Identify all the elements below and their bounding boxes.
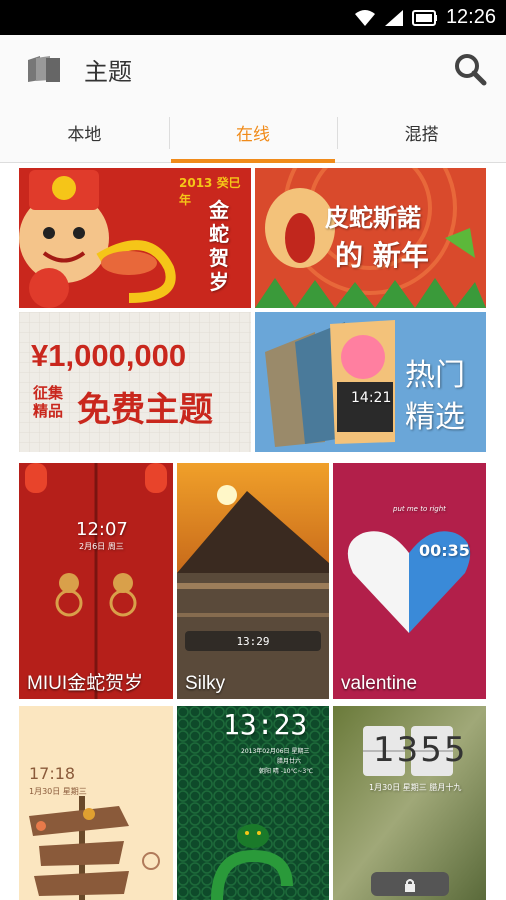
tab-local[interactable]: 本地 xyxy=(0,103,169,162)
theme-grid: 2013 癸巳年 金蛇贺岁 皮蛇斯諾 的 新年 ¥1,000,000 征集精品 xyxy=(0,163,506,900)
tab-mix[interactable]: 混搭 xyxy=(337,103,506,162)
search-icon xyxy=(455,54,487,86)
sunset-mountain-illustration xyxy=(177,463,329,699)
red-door-illustration xyxy=(19,463,173,699)
banner-hot-picks[interactable]: 14:21 热门 精选 xyxy=(255,312,486,452)
banner-calligraphy: 金蛇贺岁 xyxy=(209,198,229,294)
search-button[interactable] xyxy=(450,49,490,89)
banner-amount: ¥1,000,000 xyxy=(31,338,187,373)
theme-clock: 17:18 xyxy=(29,764,76,783)
battery-icon xyxy=(411,9,437,26)
tab-bar: 本地 在线 混搭 xyxy=(0,103,506,163)
theme-weather: 朝阳 晴 -10℃~3℃ xyxy=(259,768,313,775)
theme-label: Silky xyxy=(185,673,226,694)
heart-illustration xyxy=(333,463,486,699)
theme-card-flip-clock[interactable]: 1355 1月30日 星期三 腊月十九 xyxy=(333,706,486,900)
lock-icon xyxy=(405,879,415,892)
app-bar: 主题 xyxy=(0,35,506,103)
theme-clock: 13:23 xyxy=(223,708,308,741)
theme-caption: put me to right xyxy=(393,505,446,513)
theme-lock-bar: 13:29 xyxy=(185,631,321,651)
theme-app-icon[interactable] xyxy=(22,47,66,91)
banner-snake-party[interactable]: 皮蛇斯諾 的 新年 xyxy=(255,168,486,308)
wifi-icon xyxy=(354,9,375,26)
theme-card-signposts[interactable]: 17:18 1月30日 星期三 xyxy=(19,706,173,900)
theme-card-silky[interactable]: 13:29 Silky xyxy=(177,463,329,699)
theme-date: 1月30日 星期三 腊月十九 xyxy=(369,783,462,792)
status-time: 12:26 xyxy=(445,6,496,28)
tab-online[interactable]: 在线 xyxy=(168,103,338,163)
banner-snake-new-year[interactable]: 2013 癸巳年 金蛇贺岁 xyxy=(19,168,251,308)
banner-party-line2: 的 新年 xyxy=(335,239,429,272)
theme-clock: 00:35 xyxy=(419,541,470,560)
theme-card-valentine[interactable]: put me to right 00:35 valentine xyxy=(333,463,486,699)
status-bar: 12:26 xyxy=(0,0,506,35)
theme-card-green-snake[interactable]: 13:23 2013年02月06日 星期三 腊月廿六 朝阳 晴 -10℃~3℃ xyxy=(177,706,329,900)
banner-hot-clock: 14:21 xyxy=(351,390,392,406)
theme-date: 2013年02月06日 星期三 xyxy=(241,748,310,755)
banner-big-text: 免费主题 xyxy=(77,390,213,430)
theme-card-miui-snake[interactable]: 12:07 2月6日 周三 MIUI金蛇贺岁 xyxy=(19,463,173,699)
banner-million[interactable]: ¥1,000,000 征集精品 免费主题 xyxy=(19,312,251,452)
theme-clock: 1355 xyxy=(373,730,468,770)
theme-lunar: 腊月廿六 xyxy=(277,758,302,765)
signpost-illustration xyxy=(19,706,173,900)
theme-date: 1月30日 星期三 xyxy=(29,787,87,796)
banner-hot-line1: 热门 xyxy=(405,358,465,393)
banner-party-line1: 皮蛇斯諾 xyxy=(325,204,421,232)
theme-clock: 12:07 xyxy=(76,519,128,540)
theme-clock: 13:29 xyxy=(236,634,270,648)
banner-small-text: 征集精品 xyxy=(33,384,64,420)
signal-icon xyxy=(384,9,403,26)
theme-date: 2月6日 周三 xyxy=(79,542,124,551)
theme-label: valentine xyxy=(341,673,418,694)
page-title: 主题 xyxy=(84,57,132,86)
theme-label: MIUI金蛇贺岁 xyxy=(27,673,144,694)
banner-hot-line2: 精选 xyxy=(405,400,465,435)
